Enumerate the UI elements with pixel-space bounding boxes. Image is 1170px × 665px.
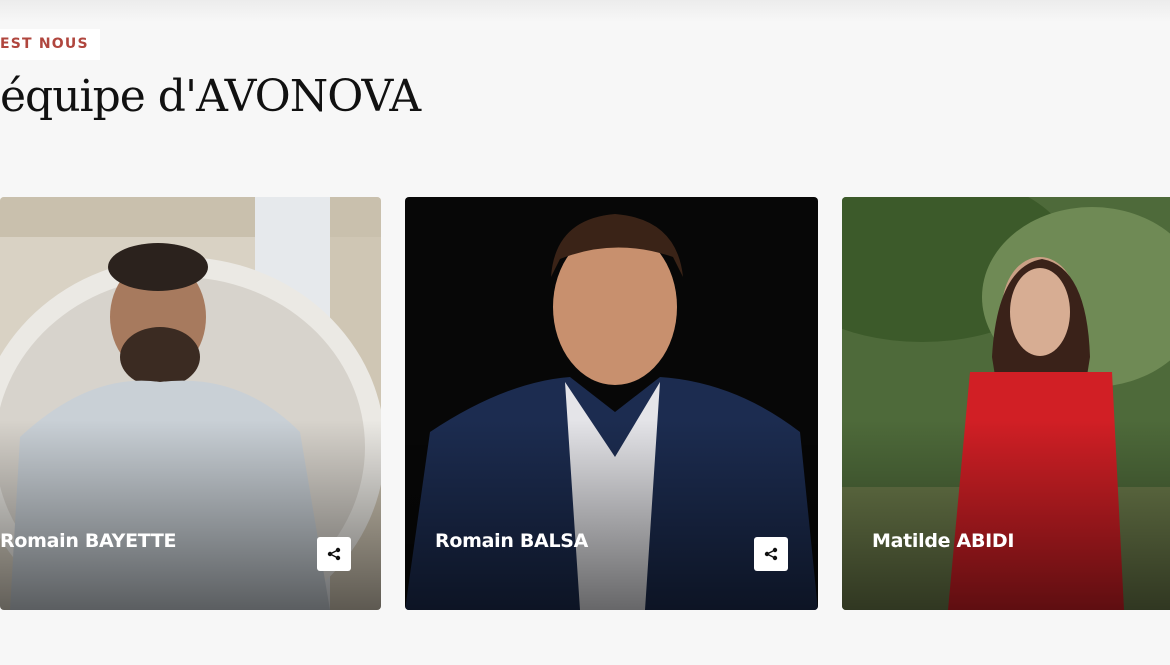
section-eyebrow: EST NOUS (0, 29, 100, 60)
card-overlay (842, 420, 1170, 610)
share-icon (327, 547, 341, 561)
section-title: équipe d'AVONOVA (0, 71, 421, 122)
team-card-balsa[interactable]: Romain BALSA (405, 197, 818, 610)
team-card-abidi[interactable]: Matilde ABIDI (842, 197, 1170, 610)
member-name: Romain BAYETTE (0, 530, 177, 552)
team-card-bayette[interactable]: Romain BAYETTE (0, 197, 381, 610)
member-name: Matilde ABIDI (872, 530, 1015, 552)
header-shadow (0, 0, 1170, 22)
share-button[interactable] (317, 537, 351, 571)
card-overlay (405, 420, 818, 610)
share-button[interactable] (754, 537, 788, 571)
member-name: Romain BALSA (435, 530, 589, 552)
card-overlay (0, 420, 381, 610)
share-icon (764, 547, 778, 561)
